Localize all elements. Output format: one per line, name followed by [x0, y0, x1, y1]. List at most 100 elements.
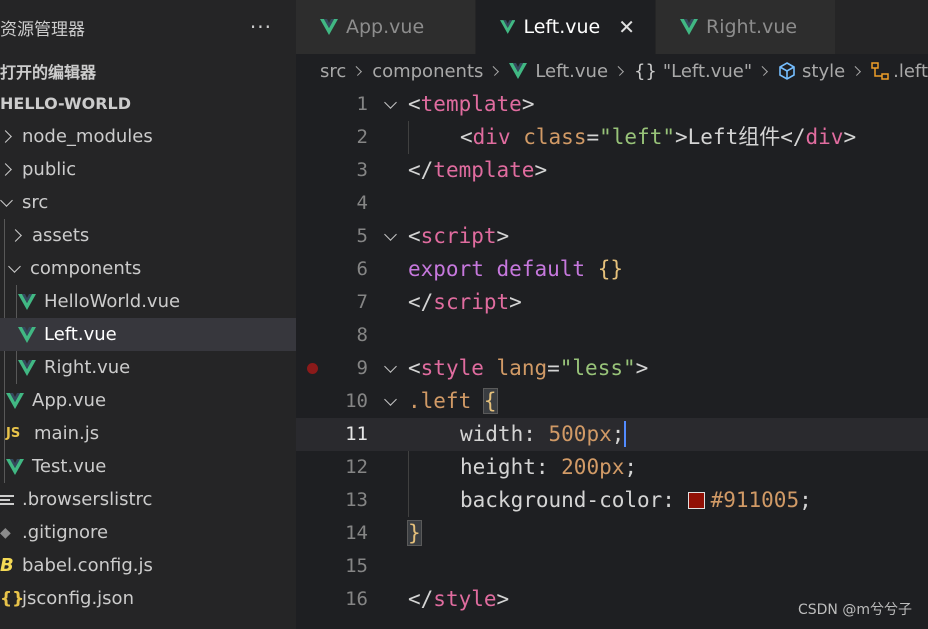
token: width — [460, 422, 524, 446]
token: class — [523, 125, 587, 149]
token: = — [586, 125, 600, 149]
token: height — [460, 455, 536, 479]
token: > — [509, 290, 522, 314]
watermark: CSDN @m兮兮子 — [797, 602, 912, 618]
more-actions-icon[interactable]: ··· — [250, 15, 272, 39]
tree-folder-src[interactable]: src — [0, 186, 296, 219]
line-number: 3 — [356, 159, 368, 181]
token: < — [408, 356, 421, 380]
json-file-icon: {} — [0, 588, 25, 609]
vue-file-icon — [509, 63, 528, 79]
token: < — [460, 125, 473, 149]
code-line[interactable]: 10 .left { — [296, 385, 928, 418]
token: > — [674, 125, 688, 149]
code-line[interactable]: 14 } — [296, 517, 928, 550]
chevron-right-icon — [0, 130, 14, 144]
token: "left" — [599, 125, 675, 149]
token: script — [433, 290, 510, 314]
chevron-right-icon — [0, 163, 14, 177]
tree-file-gitignore[interactable]: ◆ .gitignore — [0, 516, 296, 549]
code-line[interactable]: 12 height: 200px; — [296, 451, 928, 484]
token: : — [535, 455, 562, 479]
token: style — [433, 587, 497, 611]
tree-folder-public[interactable]: public — [0, 153, 296, 186]
color-swatch[interactable] — [687, 492, 705, 509]
token: > — [521, 92, 535, 116]
tree-file-app-vue[interactable]: App.vue — [0, 384, 296, 417]
text-cursor — [624, 421, 627, 447]
tree-folder-components[interactable]: components — [0, 252, 296, 285]
tab-app-vue[interactable]: App.vue — [296, 0, 476, 54]
code-line[interactable]: 3 </template> — [296, 154, 928, 187]
token: = — [547, 356, 560, 380]
project-label: HELLO-WORLD — [0, 94, 132, 113]
token: 500px — [548, 422, 612, 446]
tab-label: App.vue — [346, 16, 425, 38]
tree-file-helloworld-vue[interactable]: HelloWorld.vue — [0, 285, 296, 318]
breadcrumb-section[interactable]: {} "Left.vue" — [634, 61, 752, 82]
tree-item-label: HelloWorld.vue — [44, 291, 181, 312]
token: div — [805, 125, 844, 149]
line-number: 5 — [356, 225, 368, 247]
code-line[interactable]: 4 — [296, 187, 928, 220]
code-line[interactable]: 8 — [296, 319, 928, 352]
tree-folder-node-modules[interactable]: node_modules — [0, 120, 296, 153]
line-number: 16 — [345, 588, 368, 610]
tree-file-main-js[interactable]: JS main.js — [0, 417, 296, 450]
tree-file-test-vue[interactable]: Test.vue — [0, 450, 296, 483]
breadcrumb-selector[interactable]: .left — [871, 61, 928, 82]
fold-chevron-down-icon[interactable] — [384, 395, 398, 409]
token: ; — [799, 488, 812, 512]
chevron-down-icon — [0, 196, 14, 210]
vue-file-icon — [18, 293, 36, 310]
breadcrumb-src[interactable]: src — [320, 61, 346, 82]
token: script — [420, 224, 497, 248]
close-icon[interactable]: ✕ — [618, 15, 635, 39]
project-section[interactable]: HELLO-WORLD — [0, 87, 296, 120]
code-line[interactable]: 1 <template> — [296, 88, 928, 121]
code-line[interactable]: 2 <div class="left">Left组件</div> — [296, 121, 928, 154]
tree-file-babel-config[interactable]: B babel.config.js — [0, 549, 296, 582]
tree-file-jsconfig[interactable]: {} jsconfig.json — [0, 582, 296, 615]
chevron-right-icon — [352, 66, 363, 76]
breadcrumb-components[interactable]: components — [372, 61, 483, 82]
code-line-current[interactable]: 11 width: 500px; — [296, 418, 928, 451]
breadcrumb-style-label: style — [802, 60, 846, 82]
breadcrumb-section-label: "Left.vue" — [662, 60, 753, 82]
fold-chevron-down-icon[interactable] — [384, 230, 398, 244]
tab-left-vue[interactable]: Left.vue ✕ — [476, 0, 656, 54]
breadcrumb-file[interactable]: Left.vue — [509, 61, 608, 82]
explorer-title: 资源管理器 — [0, 19, 85, 40]
token: : — [523, 422, 549, 446]
token: > — [496, 224, 510, 248]
code-line[interactable]: 9 <style lang="less"> — [296, 352, 928, 385]
token: > — [534, 158, 548, 182]
tree-folder-assets[interactable]: assets — [0, 219, 296, 252]
code-line[interactable]: 13 background-color: #911005; — [296, 484, 928, 517]
tree-item-label: jsconfig.json — [22, 588, 134, 609]
tree-item-label: main.js — [34, 423, 100, 444]
code-line[interactable]: 15 — [296, 550, 928, 583]
token: style — [420, 356, 484, 380]
line-number: 9 — [356, 357, 368, 379]
token: > — [496, 587, 510, 611]
tree-file-left-vue[interactable]: Left.vue — [0, 318, 296, 351]
tree-file-right-vue[interactable]: Right.vue — [0, 351, 296, 384]
code-line[interactable]: 7 </script> — [296, 286, 928, 319]
open-editors-section[interactable]: 打开的编辑器 — [0, 54, 296, 87]
fold-chevron-down-icon[interactable] — [384, 362, 398, 376]
token: 200px — [561, 455, 625, 479]
fold-chevron-down-icon[interactable] — [384, 98, 398, 112]
code-line[interactable]: 6 export default {} — [296, 253, 928, 286]
tree-file-browserslistrc[interactable]: .browserslistrc — [0, 483, 296, 516]
token: </ — [408, 158, 434, 182]
javascript-file-icon: JS — [6, 426, 21, 441]
tab-right-vue[interactable]: Right.vue — [656, 0, 836, 54]
line-number: 6 — [356, 258, 368, 280]
code-line[interactable]: 5 <script> — [296, 220, 928, 253]
breadcrumb-style[interactable]: style — [778, 61, 845, 82]
code-editor[interactable]: 1 <template> 2 <div class="left">Left组件<… — [296, 88, 928, 629]
git-file-icon: ◆ — [0, 524, 11, 541]
line-number: 13 — [345, 489, 368, 511]
tree-item-label: src — [22, 192, 49, 213]
